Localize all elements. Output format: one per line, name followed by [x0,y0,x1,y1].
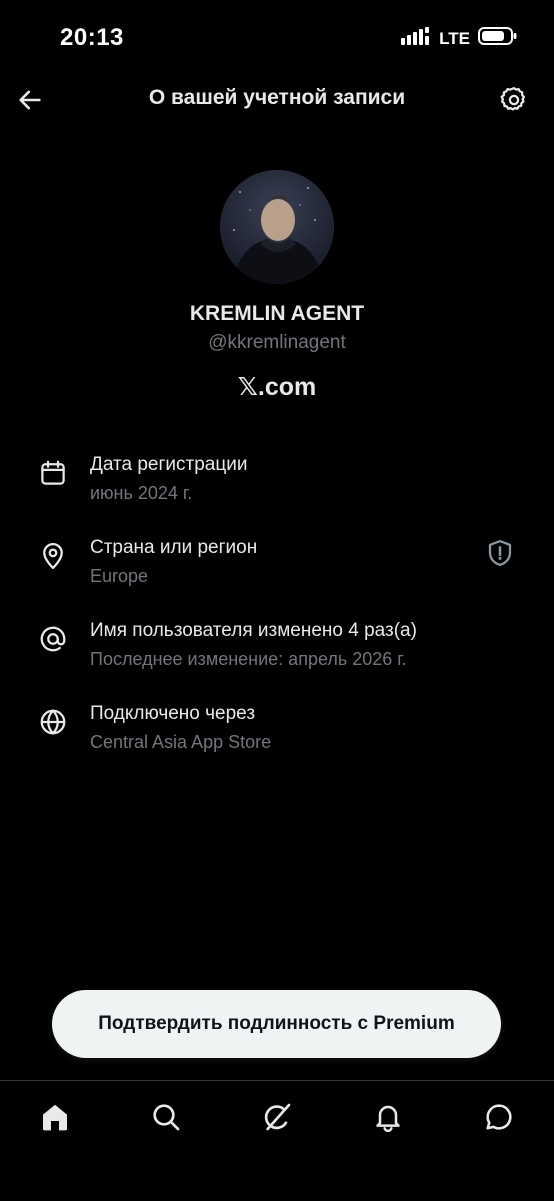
battery-icon [478,26,518,51]
nav-messages[interactable] [479,1097,519,1137]
home-icon [43,1104,67,1131]
info-row-country: Страна или регион Europe [0,537,554,609]
shield-alert-icon[interactable] [484,537,516,569]
at-sign-icon [36,622,70,656]
site-label: 𝕏.com [237,373,317,401]
header: О вашей учетной записи [0,72,554,128]
calendar-icon [36,456,70,490]
info-subtitle: Central Asia App Store [90,732,272,752]
grok-icon [264,1103,291,1131]
page-title: О вашей учетной записи [148,86,406,109]
info-row-connected-via: Подключено через Central Asia App Store [0,703,554,775]
location-pin-icon [36,539,70,573]
info-title: Подключено через [90,703,256,724]
nav-search[interactable] [146,1097,186,1137]
status-bar: 20:13 LTE [0,0,554,72]
info-subtitle: Europe [90,566,149,586]
info-subtitle: июнь 2024 г. [90,483,193,503]
status-time: 20:13 [60,24,124,51]
nav-grok[interactable] [257,1097,297,1137]
info-subtitle: Последнее изменение: апрель 2026 г. [90,649,407,669]
chat-icon [486,1104,512,1130]
username-handle: @kkremlinagent [208,332,346,353]
signal-icon [401,27,431,50]
info-row-username-changes: Имя пользователя изменено 4 раз(а) После… [0,620,554,692]
bell-icon [376,1105,400,1133]
status-indicators: LTE [401,26,518,51]
search-icon [153,1104,180,1131]
nav-notifications[interactable] [368,1097,408,1137]
display-name: KREMLIN AGENT [189,302,365,325]
info-title: Страна или регион [90,537,258,558]
network-type: LTE [439,28,470,48]
settings-button[interactable] [494,80,534,120]
info-title: Дата регистрации [90,454,248,475]
globe-icon [36,705,70,739]
avatar[interactable] [220,170,334,284]
info-row-registration: Дата регистрации июнь 2024 г. [0,454,554,526]
verify-premium-button[interactable]: Подтвердить подлинность с Premium [52,990,501,1058]
bottom-navigation [0,1080,554,1201]
info-title: Имя пользователя изменено 4 раз(а) [90,620,417,641]
nav-home[interactable] [35,1097,75,1137]
gear-icon [500,87,525,111]
